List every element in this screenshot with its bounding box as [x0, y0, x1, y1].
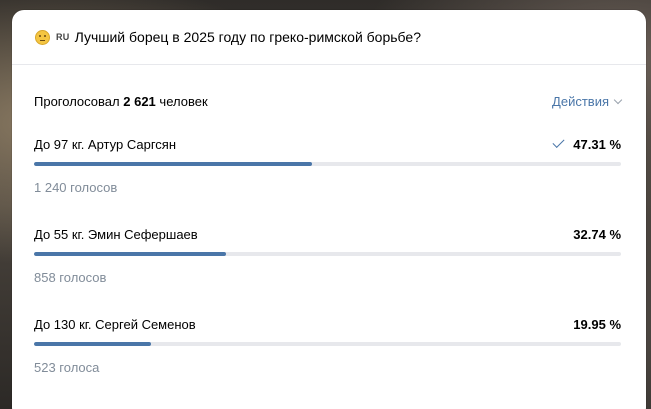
poll-option[interactable]: До 130 кг. Сергей Семенов 19.95 % 523 го…: [34, 314, 621, 384]
option-label: До 130 кг. Сергей Семенов: [34, 316, 196, 332]
option-progress-fill: [34, 162, 312, 166]
voters-suffix: человек: [159, 93, 208, 109]
option-progress-track: [34, 252, 621, 256]
poll-meta: Проголосовал 2 621 человек Действия: [34, 92, 623, 110]
option-label: До 97 кг. Артур Саргсян: [34, 136, 177, 152]
option-progress-fill: [34, 342, 152, 346]
option-percent: 32.74 %: [573, 226, 621, 242]
voters-summary: Проголосовал 2 621 человек: [34, 94, 208, 109]
actions-label: Действия: [552, 93, 609, 109]
chevron-down-icon: [613, 95, 623, 104]
option-percent: 19.95 %: [573, 316, 621, 332]
language-badge: RU: [56, 32, 70, 42]
check-icon: [552, 135, 565, 149]
poll-question: Лучший борец в 2025 году по греко-римско…: [74, 29, 421, 45]
voters-count[interactable]: 2 621: [123, 94, 156, 109]
option-percent: 47.31 %: [573, 136, 621, 152]
poll-card: RU Лучший борец в 2025 году по греко-рим…: [12, 10, 646, 409]
poll-option[interactable]: До 55 кг. Эмин Сефершаев 32.74 % 858 гол…: [34, 224, 621, 294]
voters-prefix: Проголосовал: [34, 93, 120, 109]
option-progress-track: [34, 162, 621, 166]
option-vote-count: 858 голосов: [34, 270, 107, 285]
option-progress-fill: [34, 252, 227, 256]
actions-dropdown[interactable]: Действия: [552, 93, 623, 109]
option-vote-count: 523 голоса: [34, 360, 100, 375]
option-label: До 55 кг. Эмин Сефершаев: [34, 226, 198, 242]
thinking-face-icon: [35, 29, 50, 45]
option-vote-count: 1 240 голосов: [34, 180, 118, 195]
option-progress-track: [34, 342, 621, 346]
poll-header: RU Лучший борец в 2025 году по греко-рим…: [12, 10, 646, 65]
poll-option[interactable]: До 97 кг. Артур Саргсян 47.31 % 1 240 го…: [34, 134, 621, 204]
